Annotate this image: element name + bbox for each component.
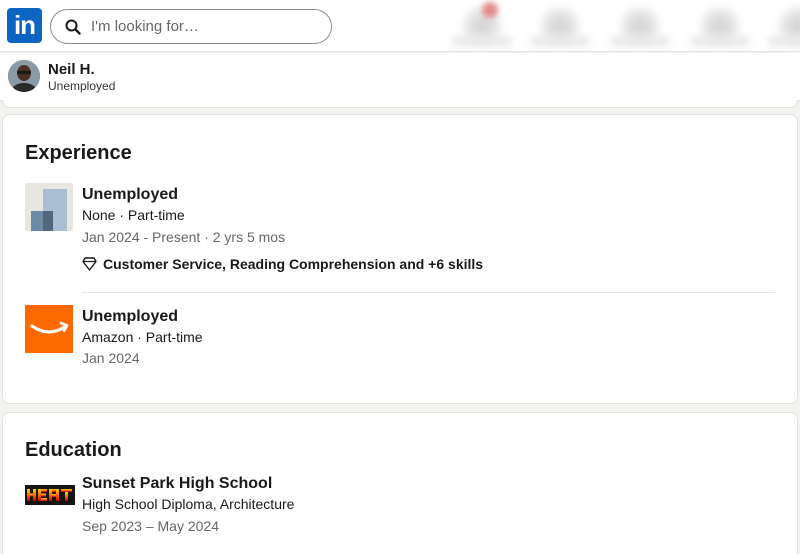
top-nav: in — [0, 0, 800, 52]
nav-item-blurred-label — [610, 36, 670, 46]
experience-company: None · Part-time — [82, 207, 185, 223]
search-icon — [65, 19, 81, 35]
generic-company-icon[interactable] — [25, 183, 73, 231]
linkedin-logo-icon[interactable]: in — [7, 8, 42, 43]
diamond-icon — [82, 257, 97, 271]
nav-item-blurred-label — [690, 36, 750, 46]
heat-logo-icon[interactable] — [25, 485, 75, 505]
experience-role-title[interactable]: Unemployed — [82, 186, 178, 204]
experience-dates: Jan 2024 — [82, 350, 140, 366]
profile-name: Neil H. — [48, 61, 95, 78]
nav-item-blurred-label — [768, 36, 800, 46]
notification-badge-icon — [482, 2, 498, 18]
experience-skills[interactable]: Customer Service, Reading Comprehension … — [82, 256, 483, 272]
skills-text: Customer Service, Reading Comprehension … — [103, 256, 484, 272]
nav-item-blurred-label — [452, 36, 512, 46]
profile-headline: Unemployed — [48, 79, 116, 93]
experience-company: Amazon · Part-time — [82, 329, 203, 345]
experience-section: Experience Unemployed None · Part-time J… — [2, 114, 798, 404]
nav-item-blurred-label — [530, 36, 590, 46]
previous-card-edge — [2, 100, 798, 108]
amazon-logo-icon[interactable] — [25, 305, 73, 353]
education-section: Education Sunset Park High School High S… — [2, 412, 798, 554]
education-school[interactable]: Sunset Park High School — [82, 475, 272, 493]
divider — [82, 292, 775, 293]
education-dates: Sep 2023 – May 2024 — [82, 518, 219, 534]
education-degree: High School Diploma, Architecture — [82, 496, 295, 512]
search-bar[interactable] — [50, 9, 332, 44]
experience-dates: Jan 2024 - Present · 2 yrs 5 mos — [82, 229, 286, 245]
avatar[interactable] — [8, 60, 40, 92]
search-input[interactable] — [91, 18, 311, 35]
education-title: Education — [25, 439, 122, 461]
experience-role-title[interactable]: Unemployed — [82, 308, 178, 326]
experience-title: Experience — [25, 142, 132, 164]
sticky-profile-bar: Neil H. Unemployed — [0, 53, 800, 101]
